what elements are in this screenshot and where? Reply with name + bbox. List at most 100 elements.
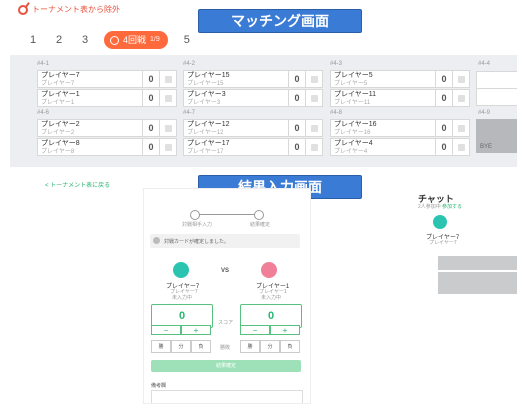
match-card[interactable]: #4-6 プレイヤー2 プレイヤー2 0 プレイヤー8 プレイヤー8 0 [37,110,177,157]
match-card[interactable]: #4-8 プレイヤー16 プレイヤー16 0 プレイヤー4 プレイヤー4 0 [330,110,470,157]
bye-row [476,71,517,89]
match-id: #4-7 [183,110,196,116]
chat-subtitle: 2人参加中 [418,204,441,210]
memo-label: 備考欄 [151,383,167,389]
player-name-cell: プレイヤー1 プレイヤー1 [38,90,142,106]
player-name-cell: プレイヤー16 プレイヤー16 [331,120,435,136]
chat-join-link[interactable]: 参加する [442,203,462,210]
player-score: 0 [435,71,452,87]
status-icon [159,120,176,136]
clock-icon [110,35,119,45]
player-sub: プレイヤー1 [41,100,75,106]
increment-button[interactable]: + [181,325,211,335]
match-id: #4-3 [330,61,343,67]
player-name-cell: プレイヤー7 プレイヤー7 [38,71,142,87]
status-icon [305,139,322,155]
player-sub: プレイヤー7 [41,81,75,87]
avatar [173,262,189,278]
player-name: プレイヤー7 [41,72,80,79]
match-id: #4-2 [183,61,196,67]
win-button[interactable]: 勝 [151,340,171,353]
player-sub: プレイヤー5 [334,81,368,87]
notice-text: 対戦カードが確定しました。 [164,239,230,245]
player-row: プレイヤー15 プレイヤー15 0 [183,70,323,88]
match-card[interactable]: #4-3 プレイヤー5 プレイヤー5 0 プレイヤー11 プレイヤー11 0 [330,61,470,108]
exclude-from-bracket-link[interactable]: トーナメント表から除外 [18,4,120,15]
match-card[interactable]: #4-1 プレイヤー7 プレイヤー7 0 プレイヤー1 プレイヤー1 0 [37,61,177,108]
exclude-label: トーナメント表から除外 [32,5,120,14]
step-dot [190,210,200,220]
tab-round-4-progress: 1/9 [150,36,160,43]
confirm-result-button[interactable]: 結果確定 [151,360,301,372]
result-left-toggle: 勝 分 負 [151,340,211,353]
tab-round-4-label: 4回戦 [123,35,147,45]
draw-button[interactable]: 分 [260,340,280,353]
player-name: プレイヤー12 [187,121,230,128]
status-icon [452,71,469,87]
win-button[interactable]: 勝 [240,340,260,353]
player-name-cell: プレイヤー15 プレイヤー15 [184,71,288,87]
player-name: プレイヤー8 [41,140,80,147]
player-left-status: 未入力中 [172,295,193,301]
decrement-button[interactable]: − [151,325,181,335]
player-score: 0 [142,139,159,155]
status-icon [159,71,176,87]
lose-button[interactable]: 負 [280,340,300,353]
player-sub: プレイヤー17 [187,149,224,155]
status-icon [305,71,322,87]
info-icon [153,237,160,244]
player-name-cell: プレイヤー5 プレイヤー5 [331,71,435,87]
player-sub: プレイヤー8 [41,149,75,155]
player-row: プレイヤー4 プレイヤー4 0 [330,138,470,156]
tab-round-3[interactable]: 3 [72,34,98,46]
player-row: プレイヤー7 プレイヤー7 0 [37,70,177,88]
player-row: プレイヤー11 プレイヤー11 0 [330,89,470,107]
player-name: プレイヤー15 [187,72,230,79]
match-card[interactable]: #4-7 プレイヤー12 プレイヤー12 0 プレイヤー17 プレイヤー17 0 [183,110,323,157]
score-left-stepper: − + [151,325,211,335]
memo-input[interactable] [151,390,303,403]
back-to-bracket-link[interactable]: < トーナメント表に戻る [45,180,110,189]
player-sub: プレイヤー15 [187,81,224,87]
step-line [199,214,254,215]
player-row: プレイヤー5 プレイヤー5 0 [330,70,470,88]
match-id: #4-9 [478,110,491,116]
vs-label: VS [221,268,230,274]
player-row: プレイヤー17 プレイヤー17 0 [183,138,323,156]
player-row: プレイヤー16 プレイヤー16 0 [330,119,470,137]
player-score: 0 [288,139,305,155]
increment-button[interactable]: + [270,325,300,335]
status-icon [305,120,322,136]
match-card[interactable]: #4-2 プレイヤー15 プレイヤー15 0 プレイヤー3 プレイヤー3 0 [183,61,323,108]
tab-round-5[interactable]: 5 [174,34,200,46]
player-score: 0 [288,120,305,136]
player-row: プレイヤー3 プレイヤー3 0 [183,89,323,107]
tab-round-1[interactable]: 1 [20,34,46,46]
player-score: 0 [435,139,452,155]
step-dot [254,210,264,220]
tab-round-4[interactable]: 4回戦 1/9 [104,31,168,49]
lose-button[interactable]: 負 [191,340,211,353]
player-sub: プレイヤー3 [187,100,221,106]
exclude-icon [18,4,28,15]
player-score: 0 [435,120,452,136]
chat-message-bubble [438,256,517,270]
status-icon [452,120,469,136]
player-name: プレイヤー3 [187,91,226,98]
tab-round-2[interactable]: 2 [46,34,72,46]
match-id: #4-6 [37,110,50,116]
player-name: プレイヤー17 [187,140,230,147]
round-tabs: 1 2 3 4回戦 1/9 5 [20,30,200,50]
player-sub: プレイヤー12 [187,130,224,136]
player-sub: プレイヤー16 [334,130,371,136]
draw-button[interactable]: 分 [171,340,191,353]
result-label: 勝敗 [220,345,231,351]
player-sub: プレイヤー2 [41,130,75,136]
status-icon [159,139,176,155]
bye-label: BYE [480,144,493,150]
decrement-button[interactable]: − [240,325,270,335]
player-score: 0 [288,90,305,106]
player-name: プレイヤー11 [334,91,377,98]
score-label: スコア [218,320,234,326]
match-id: #4-8 [330,110,343,116]
